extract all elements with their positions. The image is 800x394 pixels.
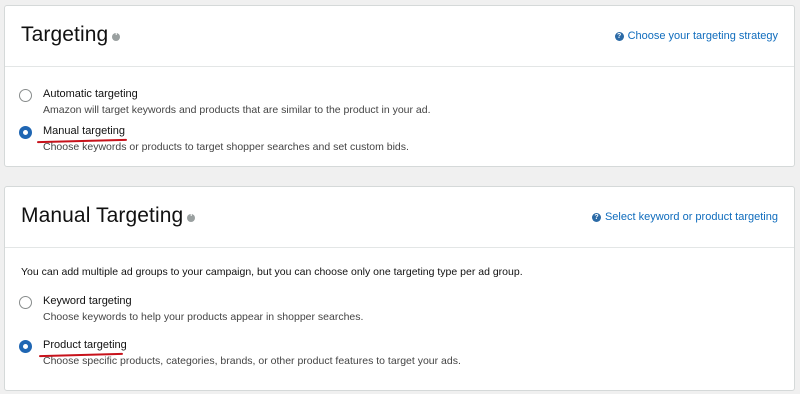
radio-automatic-targeting[interactable] [19, 89, 32, 102]
product-targeting-description: Choose specific products, categories, br… [43, 355, 461, 367]
info-icon[interactable] [112, 30, 121, 41]
automatic-targeting-label[interactable]: Automatic targeting [43, 88, 138, 100]
question-circle-icon: ? [591, 212, 601, 222]
manual-help-link-text[interactable]: Select keyword or product targeting [605, 211, 778, 223]
keyword-targeting-label[interactable]: Keyword targeting [43, 295, 132, 307]
manual-card-header: Manual Targeting ? Select keyword or pro… [5, 187, 794, 248]
targeting-title-text: Targeting [21, 23, 109, 46]
info-icon[interactable] [187, 211, 196, 222]
targeting-card-header: Targeting ? Choose your targeting strate… [5, 6, 794, 67]
manual-targeting-intro: You can add multiple ad groups to your c… [21, 266, 523, 278]
automatic-targeting-description: Amazon will target keywords and products… [43, 104, 431, 116]
radio-keyword-targeting[interactable] [19, 296, 32, 309]
manual-targeting-title-text: Manual Targeting [21, 204, 184, 227]
targeting-card: Targeting ? Choose your targeting strate… [4, 5, 795, 167]
question-circle-icon: ? [614, 31, 624, 41]
manual-targeting-description: Choose keywords or products to target sh… [43, 141, 409, 153]
targeting-help-link[interactable]: ? Choose your targeting strategy [614, 30, 778, 42]
radio-manual-targeting[interactable] [19, 126, 32, 139]
page: Targeting ? Choose your targeting strate… [0, 0, 800, 394]
product-targeting-label[interactable]: Product targeting [43, 339, 127, 351]
targeting-help-link-text[interactable]: Choose your targeting strategy [628, 30, 778, 42]
radio-product-targeting[interactable] [19, 340, 32, 353]
manual-targeting-card: Manual Targeting ? Select keyword or pro… [4, 186, 795, 391]
targeting-title: Targeting [21, 23, 121, 47]
manual-targeting-label[interactable]: Manual targeting [43, 125, 125, 137]
manual-targeting-title: Manual Targeting [21, 204, 196, 228]
keyword-targeting-description: Choose keywords to help your products ap… [43, 311, 364, 323]
manual-help-link[interactable]: ? Select keyword or product targeting [591, 211, 778, 223]
